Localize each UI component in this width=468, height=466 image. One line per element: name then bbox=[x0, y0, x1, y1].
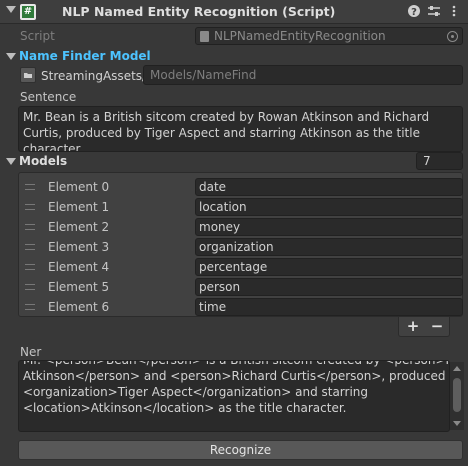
drag-handle-icon[interactable] bbox=[25, 284, 35, 290]
streaming-assets-root: StreamingAssets/ bbox=[41, 69, 147, 83]
list-item[interactable]: Element 3 organization bbox=[19, 237, 463, 257]
sentence-label: Sentence bbox=[20, 90, 77, 104]
model-path-field[interactable]: Models/NameFind bbox=[143, 65, 463, 85]
collapse-chevron-icon[interactable] bbox=[6, 6, 16, 13]
drag-handle-icon[interactable] bbox=[25, 224, 35, 230]
models-list: Element 0 date Element 1 location Elemen… bbox=[18, 172, 463, 317]
ner-scrollbar[interactable] bbox=[450, 362, 464, 430]
script-file-icon bbox=[200, 31, 209, 42]
models-label[interactable]: Models bbox=[19, 154, 67, 168]
list-add-remove-footer: + − bbox=[398, 317, 450, 337]
ner-label: Ner bbox=[20, 345, 42, 359]
element-label: Element 0 bbox=[48, 180, 110, 194]
scroll-thumb[interactable] bbox=[453, 378, 461, 412]
ner-textarea[interactable]: Mr. <person>Bean</person> is a British s… bbox=[18, 360, 450, 432]
list-item[interactable]: Element 1 location bbox=[19, 197, 463, 217]
element-label: Element 6 bbox=[48, 300, 110, 314]
drag-handle-icon[interactable] bbox=[25, 304, 35, 310]
element-value-field[interactable]: person bbox=[195, 278, 463, 296]
script-object-field[interactable]: NLPNamedEntityRecognition bbox=[195, 27, 463, 45]
ner-line: <location>Atkinson</location> as the tit… bbox=[23, 401, 347, 415]
drag-handle-icon[interactable] bbox=[25, 184, 35, 190]
element-value-field[interactable]: organization bbox=[195, 238, 463, 256]
folder-icon bbox=[24, 73, 32, 78]
component-header: # NLP Named Entity Recognition (Script) … bbox=[0, 0, 468, 24]
element-label: Element 2 bbox=[48, 220, 110, 234]
drag-handle-icon[interactable] bbox=[25, 244, 35, 250]
models-size-field[interactable]: 7 bbox=[416, 152, 463, 170]
name-finder-foldout-icon[interactable] bbox=[6, 53, 16, 60]
list-item[interactable]: Element 2 money bbox=[19, 217, 463, 237]
remove-element-button[interactable]: − bbox=[425, 318, 449, 336]
script-label: Script bbox=[20, 29, 55, 43]
scroll-down-icon[interactable] bbox=[453, 421, 461, 426]
element-value-field[interactable]: date bbox=[195, 178, 463, 196]
element-label: Element 5 bbox=[48, 280, 110, 294]
recognize-button[interactable]: Recognize bbox=[18, 440, 463, 460]
element-label: Element 4 bbox=[48, 260, 110, 274]
name-finder-label[interactable]: Name Finder Model bbox=[19, 49, 151, 63]
models-foldout-icon[interactable] bbox=[6, 158, 16, 165]
script-object-name: NLPNamedEntityRecognition bbox=[214, 29, 386, 43]
element-label: Element 1 bbox=[48, 200, 110, 214]
element-value-field[interactable]: location bbox=[195, 198, 463, 216]
presets-icon[interactable] bbox=[427, 4, 441, 18]
list-item[interactable]: Element 5 person bbox=[19, 277, 463, 297]
component-title: NLP Named Entity Recognition (Script) bbox=[62, 4, 336, 19]
sentence-textarea[interactable]: Mr. Bean is a British sitcom created by … bbox=[18, 106, 463, 152]
drag-handle-icon[interactable] bbox=[25, 264, 35, 270]
add-element-button[interactable]: + bbox=[401, 318, 425, 336]
help-icon[interactable]: ? bbox=[407, 4, 421, 18]
list-item[interactable]: Element 6 time bbox=[19, 297, 463, 317]
object-picker-icon[interactable] bbox=[447, 31, 458, 42]
ner-line: Atkinson</person> and <person>Richard Cu… bbox=[23, 369, 450, 383]
list-item[interactable]: Element 0 date bbox=[19, 177, 463, 197]
ner-line-clipped: Mr. <person>Bean</person> is a British s… bbox=[23, 360, 450, 367]
element-value-field[interactable]: time bbox=[195, 298, 463, 316]
svg-text:?: ? bbox=[411, 7, 417, 18]
element-value-field[interactable]: percentage bbox=[195, 258, 463, 276]
scroll-up-icon[interactable] bbox=[453, 366, 461, 371]
list-item[interactable]: Element 4 percentage bbox=[19, 257, 463, 277]
folder-browse-button[interactable] bbox=[20, 67, 36, 83]
element-label: Element 3 bbox=[48, 240, 110, 254]
element-value-field[interactable]: money bbox=[195, 218, 463, 236]
ner-line: <organization>Tiger Aspect</organization… bbox=[23, 385, 369, 399]
drag-handle-icon[interactable] bbox=[25, 204, 35, 210]
menu-icon[interactable] bbox=[447, 4, 461, 18]
script-icon: # bbox=[20, 4, 36, 20]
